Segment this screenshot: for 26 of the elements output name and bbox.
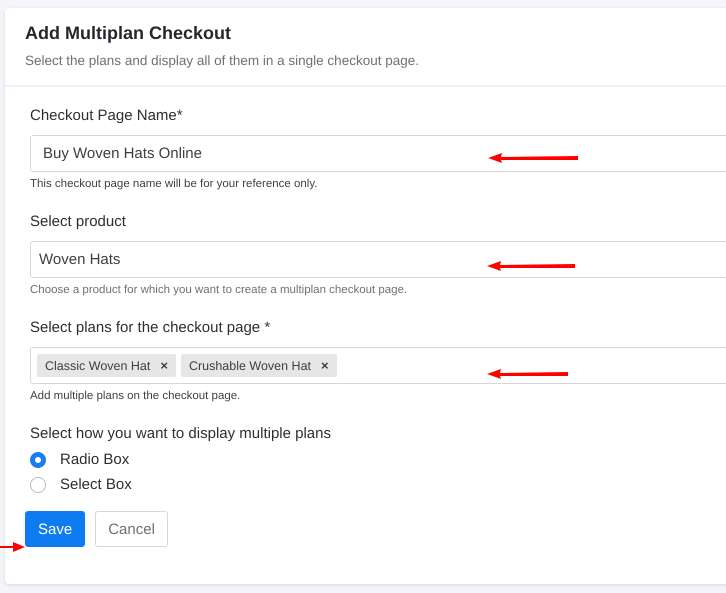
tag-label: Crushable Woven Hat (188, 358, 312, 372)
arrow-icon (487, 261, 575, 271)
radio-button[interactable] (30, 476, 46, 492)
field-label: Select how you want to display multiple plans (30, 425, 331, 442)
arrow-icon (0, 542, 25, 552)
form-subtitle: Select the plans and display all of them in a single checkout page. (25, 53, 420, 68)
help-text: Choose a product for which you want to create a multiplan checkout page. (30, 284, 408, 296)
option-label: Select Box (60, 476, 132, 493)
input-field[interactable]: Buy Woven Hats Online (30, 135, 726, 172)
save-button[interactable]: Save (25, 511, 86, 547)
form-title: Add Multiplan Checkout (25, 23, 232, 44)
input-field[interactable]: Woven Hats (30, 241, 726, 278)
option-label: Radio Box (60, 451, 130, 468)
remove-button[interactable]: × (321, 358, 329, 373)
radio-button[interactable] (30, 452, 46, 468)
field-label: Checkout Page Name* (30, 107, 183, 124)
field-label: Select plans for the checkout page * (30, 319, 270, 336)
cancel-button[interactable]: Cancel (95, 511, 168, 547)
arrow-icon (487, 369, 568, 379)
plans-field[interactable]: Classic Woven Hat × Crushable Woven Hat × (30, 347, 726, 384)
help-text: Add multiple plans on the checkout page. (30, 390, 240, 402)
tag-label: Classic Woven Hat (45, 358, 150, 372)
remove-button[interactable]: × (160, 358, 168, 373)
help-text: This checkout page name will be for your reference only. (30, 178, 318, 190)
field-label: Select product (30, 213, 126, 230)
arrow-icon (488, 153, 578, 163)
